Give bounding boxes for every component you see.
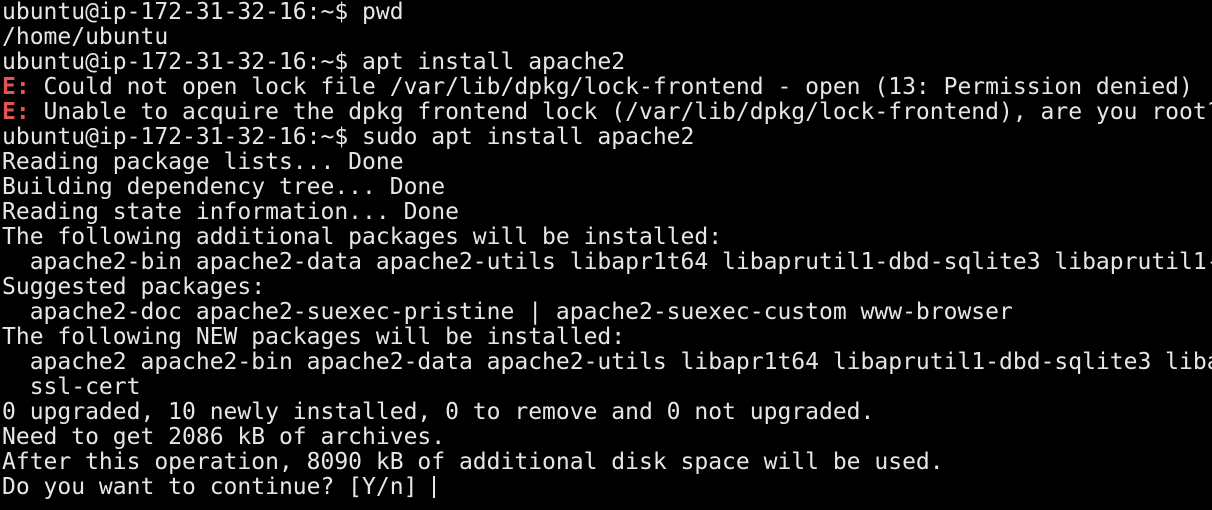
terminal-error-line: E: Unable to acquire the dpkg frontend l… xyxy=(2,100,1212,125)
terminal-line: apache2-doc apache2-suexec-pristine | ap… xyxy=(2,300,1013,325)
terminal-prompt-line[interactable]: Do you want to continue? [Y/n] xyxy=(2,475,1212,500)
terminal-line: /home/ubuntu xyxy=(2,25,169,50)
terminal-line: ubuntu@ip-172-31-32-16:~$ apt install ap… xyxy=(2,50,626,75)
text-cursor[interactable] xyxy=(433,476,436,498)
error-prefix: E: xyxy=(2,100,30,125)
terminal-line: apache2-bin apache2-data apache2-utils l… xyxy=(2,250,1212,275)
terminal-line: Suggested packages: xyxy=(2,275,266,300)
error-message: Unable to acquire the dpkg frontend lock… xyxy=(29,100,1212,125)
terminal-line: apache2 apache2-bin apache2-data apache2… xyxy=(29,350,1212,375)
terminal-line: ssl-cert xyxy=(2,375,141,400)
terminal-line: ubuntu@ip-172-31-32-16:~$ sudo apt insta… xyxy=(2,125,695,150)
continue-prompt: Do you want to continue? [Y/n] xyxy=(2,475,432,500)
terminal-error-line: E: Could not open lock file /var/lib/dpk… xyxy=(2,75,1212,100)
terminal-line: Reading package lists... Done xyxy=(2,150,404,175)
terminal-line: Building dependency tree... Done xyxy=(2,175,446,200)
error-prefix: E: xyxy=(2,75,30,100)
terminal-line: After this operation, 8090 kB of additio… xyxy=(2,450,944,475)
terminal-line: 0 upgraded, 10 newly installed, 0 to rem… xyxy=(2,400,875,425)
terminal-window[interactable]: ubuntu@ip-172-31-32-16:~$ pwd /home/ubun… xyxy=(0,0,1212,510)
terminal-line: The following NEW packages will be insta… xyxy=(2,325,626,350)
terminal-line: ubuntu@ip-172-31-32-16:~$ pwd xyxy=(2,0,404,25)
terminal-line: The following additional packages will b… xyxy=(2,225,723,250)
terminal-line: Reading state information... Done xyxy=(2,200,459,225)
error-message: Could not open lock file /var/lib/dpkg/l… xyxy=(29,75,1193,100)
terminal-line: Need to get 2086 kB of archives. xyxy=(2,425,446,450)
